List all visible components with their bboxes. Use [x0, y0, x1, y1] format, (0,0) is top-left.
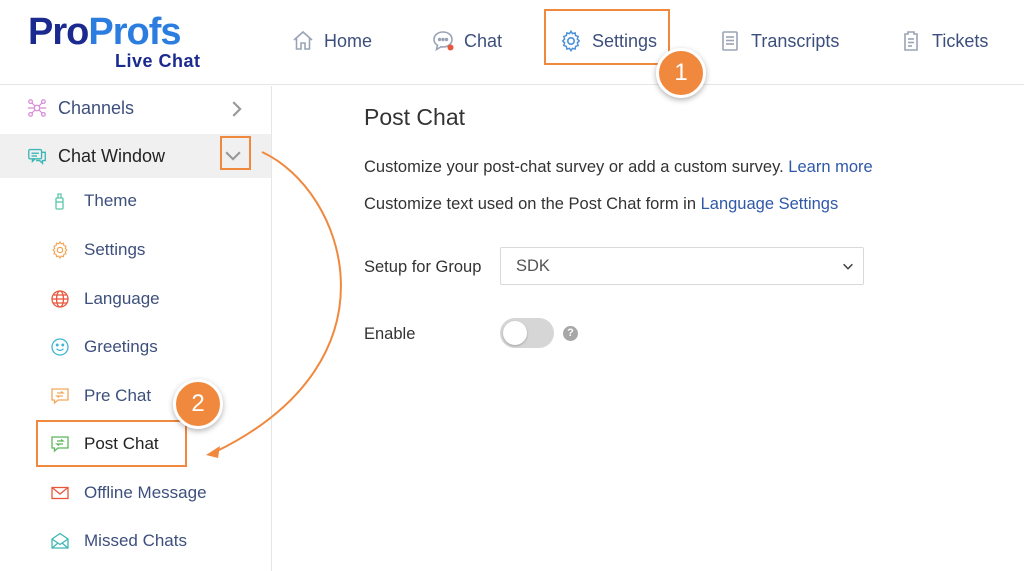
nav-settings[interactable]: Settings — [559, 24, 657, 58]
language-description: Customize text used on the Post Chat for… — [364, 195, 839, 213]
home-icon — [293, 30, 313, 50]
page-title: Post Chat — [364, 104, 465, 130]
sidebar-item-channels[interactable]: Channels — [0, 86, 271, 130]
nav-transcripts[interactable]: Transcripts — [718, 24, 839, 58]
envelope-icon — [51, 486, 69, 500]
chevron-right-icon — [225, 98, 242, 118]
sidebar-item-chat-window[interactable]: Chat Window — [0, 134, 271, 178]
settings-sidebar: Channels Chat Window Theme Settings Lang… — [0, 86, 272, 571]
nav-tickets[interactable]: Tickets — [899, 24, 988, 58]
sidebar-item-theme-label: Theme — [84, 191, 137, 210]
logo-brand: ProProfs — [28, 11, 182, 53]
pre-chat-icon — [51, 388, 69, 405]
globe-icon — [51, 290, 69, 308]
sidebar-item-theme[interactable]: Theme — [50, 183, 137, 219]
nav-home[interactable]: Home — [291, 24, 372, 58]
setup-group-label: Setup for Group — [364, 258, 482, 276]
enable-label: Enable — [364, 325, 416, 343]
sidebar-item-pre-chat[interactable]: Pre Chat — [50, 378, 151, 414]
gear-icon — [561, 29, 581, 52]
nav-chat-label: Chat — [464, 30, 503, 51]
nav-transcripts-label: Transcripts — [751, 30, 840, 51]
enable-toggle[interactable] — [500, 318, 554, 348]
paint-bucket-icon — [55, 193, 64, 210]
smiley-icon — [51, 338, 69, 356]
help-icon[interactable]: ? — [563, 326, 578, 341]
sidebar-item-offline-message-label: Offline Message — [84, 483, 207, 502]
sidebar-item-missed-chats-label: Missed Chats — [84, 531, 187, 550]
sidebar-item-chat-window-label: Chat Window — [58, 145, 166, 166]
sidebar-item-language[interactable]: Language — [50, 281, 160, 317]
sidebar-item-language-label: Language — [84, 289, 160, 308]
nav-home-label: Home — [324, 30, 373, 51]
sidebar-item-greetings[interactable]: Greetings — [50, 329, 158, 365]
language-settings-link[interactable]: Language Settings — [701, 195, 839, 213]
step-2-badge: 2 — [173, 379, 223, 429]
sidebar-item-offline-message[interactable]: Offline Message — [50, 475, 207, 511]
sidebar-item-channels-label: Channels — [58, 97, 135, 118]
sidebar-item-post-chat-label: Post Chat — [84, 434, 159, 453]
group-select-value: SDK — [516, 256, 550, 275]
survey-description: Customize your post-chat survey or add a… — [364, 158, 873, 176]
open-envelope-icon — [51, 532, 69, 549]
sidebar-item-post-chat[interactable]: Post Chat — [50, 426, 159, 462]
gear-icon — [52, 240, 68, 260]
sidebar-item-settings[interactable]: Settings — [50, 232, 145, 268]
logo-subtitle: Live Chat — [115, 51, 201, 71]
top-header: ProProfs Live Chat Home Chat Settings Tr… — [0, 0, 1024, 85]
nav-tickets-label: Tickets — [932, 30, 989, 51]
chevron-down-icon — [843, 263, 853, 270]
proprofs-logo[interactable]: ProProfs Live Chat — [28, 12, 218, 74]
chat-window-icon — [28, 148, 46, 165]
chevron-down-icon[interactable] — [219, 139, 247, 171]
nav-settings-label: Settings — [592, 30, 658, 51]
transcript-icon — [722, 31, 738, 51]
nav-chat[interactable]: Chat — [431, 24, 502, 58]
sidebar-item-settings-label: Settings — [84, 240, 146, 259]
ticket-icon — [904, 31, 918, 51]
post-chat-panel: Post Chat Customize your post-chat surve… — [273, 86, 1024, 571]
channels-icon — [27, 99, 47, 117]
toggle-knob — [503, 321, 527, 345]
group-select[interactable]: SDK — [500, 247, 864, 285]
chat-bubble-icon — [433, 31, 454, 52]
sidebar-item-greetings-label: Greetings — [84, 337, 158, 356]
step-1-badge: 1 — [656, 48, 706, 98]
learn-more-link[interactable]: Learn more — [788, 158, 872, 176]
sidebar-item-missed-chats[interactable]: Missed Chats — [50, 523, 187, 559]
sidebar-item-pre-chat-label: Pre Chat — [84, 386, 152, 405]
post-chat-icon — [51, 436, 69, 453]
